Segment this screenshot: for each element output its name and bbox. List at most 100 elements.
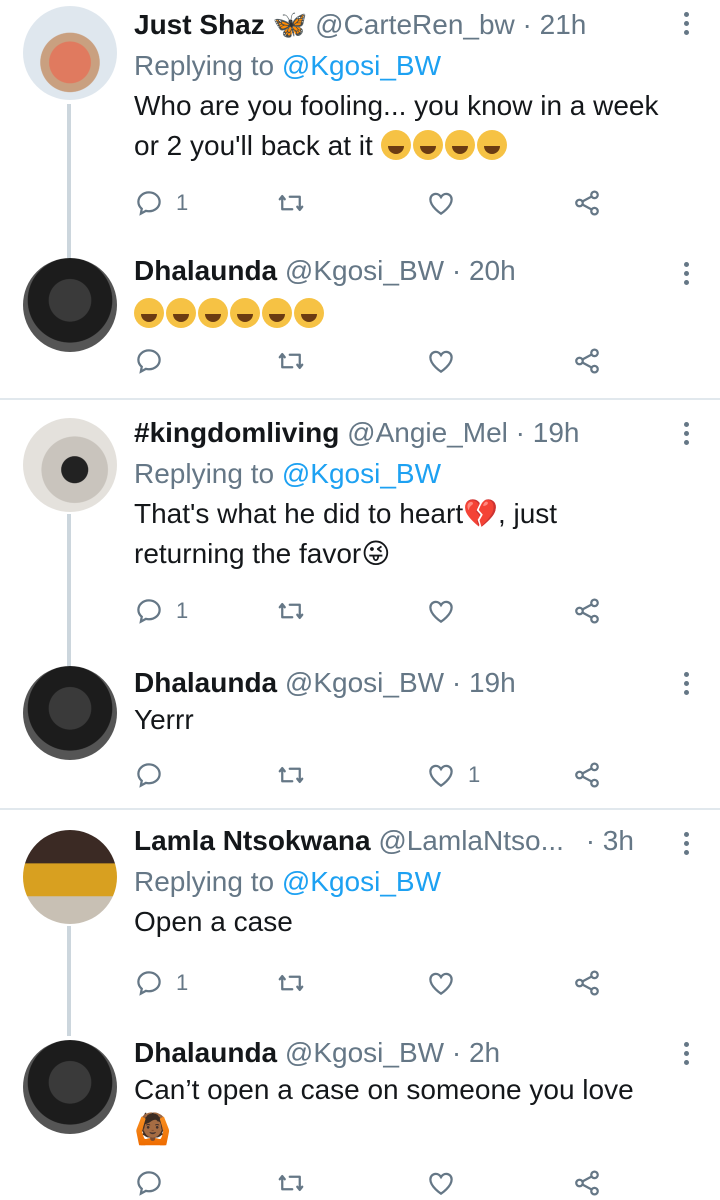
more-icon[interactable] [682,832,692,859]
grin-sweat-emoji-icon [476,130,507,160]
reply-button[interactable]: 1 [134,966,188,1000]
retweet-icon [276,596,306,626]
like-button[interactable] [426,1166,456,1200]
handle[interactable]: @Kgosi_BW [285,1037,444,1068]
retweet-icon [276,968,306,998]
avatar[interactable] [23,418,117,512]
like-button[interactable] [426,966,456,1000]
thread-line [67,926,71,1036]
share-icon [572,968,602,998]
grin-sweat-emoji-icon [444,130,475,160]
tweet-header: #kingdomliving @Angie_Mel · 19h [134,416,680,450]
more-icon[interactable] [682,422,692,449]
grin-sweat-emoji-icon [294,298,324,328]
reply-icon [134,760,164,790]
reply-button[interactable] [134,1166,164,1200]
retweet-icon [276,760,306,790]
avatar[interactable] [23,830,117,924]
reply-icon [134,968,164,998]
heart-icon [426,968,456,998]
display-name[interactable]: Dhalaunda [134,667,277,698]
tweet-text [134,294,680,334]
heart-icon [426,760,456,790]
display-name[interactable]: Just Shaz 🦋 [134,9,307,40]
tweet[interactable]: Dhalaunda @Kgosi_BW · 2h Can’t open a ca… [0,1036,720,1194]
retweet-button[interactable] [276,186,306,220]
display-name[interactable]: #kingdomliving [134,417,339,448]
reply-button[interactable] [134,344,164,378]
like-count: 1 [468,762,481,787]
tweet[interactable]: #kingdomliving @Angie_Mel · 19h Replying… [0,400,720,666]
share-button[interactable] [572,344,602,378]
share-button[interactable] [572,966,602,1000]
tweet-header: Dhalaunda @Kgosi_BW · 2h [134,1036,680,1070]
retweet-icon [276,346,306,376]
more-icon[interactable] [682,1042,692,1069]
reply-button[interactable] [134,758,164,792]
tweet-text: Open a case [134,906,293,937]
heart-icon [426,188,456,218]
share-button[interactable] [572,1166,602,1200]
retweet-button[interactable] [276,1166,306,1200]
more-icon[interactable] [682,262,692,289]
heart-icon [426,596,456,626]
display-name[interactable]: Dhalaunda [134,255,277,286]
like-button[interactable] [426,594,456,628]
avatar[interactable] [23,666,117,760]
tweet[interactable]: Dhalaunda @Kgosi_BW · 20h [0,255,720,398]
avatar[interactable] [23,6,117,100]
rofl-emoji-icon [412,130,443,160]
share-icon [572,596,602,626]
like-button[interactable] [426,344,456,378]
replying-to: Replying to @Kgosi_BW [134,50,442,81]
timestamp[interactable]: · 3h [586,825,634,856]
tweet-header: Dhalaunda @Kgosi_BW · 20h [134,254,680,288]
handle[interactable]: @LamlaNtso... [378,825,564,856]
share-button[interactable] [572,594,602,628]
grin-sweat-emoji-icon [230,298,260,328]
tweet-text: Yerrr [134,704,194,735]
tweet-text: That's what he did to heart💔, just retur… [134,498,558,569]
avatar[interactable] [23,1040,117,1134]
timestamp[interactable]: · 19h [452,667,516,698]
display-name[interactable]: Lamla Ntsokwana [134,825,371,856]
retweet-button[interactable] [276,344,306,378]
tweet[interactable]: Just Shaz 🦋 @CarteRen_bw · 21h Replying … [0,0,720,258]
tweet[interactable]: Lamla Ntsokwana @LamlaNtso... · 3h Reply… [0,810,720,1036]
retweet-button[interactable] [276,966,306,1000]
tweet-header: Lamla Ntsokwana @LamlaNtso... · 3h [134,824,680,858]
reply-button[interactable]: 1 [134,186,188,220]
tweet-text: Who are you fooling... you know in a wee… [134,90,659,161]
handle[interactable]: @CarteRen_bw [315,9,515,40]
retweet-button[interactable] [276,594,306,628]
reply-icon [134,188,164,218]
timestamp[interactable]: · 19h [516,417,580,448]
timestamp[interactable]: · 2h [452,1037,500,1068]
tweet[interactable]: Dhalaunda @Kgosi_BW · 19h Yerrr 1 [0,666,720,808]
grin-sweat-emoji-icon [166,298,196,328]
share-button[interactable] [572,186,602,220]
reply-icon [134,346,164,376]
thread-line [67,104,71,258]
avatar[interactable] [23,258,117,352]
like-button[interactable] [426,186,456,220]
handle[interactable]: @Angie_Mel [347,417,508,448]
display-name[interactable]: Dhalaunda [134,1037,277,1068]
timestamp[interactable]: · 20h [452,255,516,286]
handle[interactable]: @Kgosi_BW [285,667,444,698]
share-icon [572,188,602,218]
reply-button[interactable]: 1 [134,594,188,628]
more-icon[interactable] [682,672,692,699]
mention-link[interactable]: @Kgosi_BW [282,50,441,81]
mention-link[interactable]: @Kgosi_BW [282,458,441,489]
rofl-emoji-icon [380,130,411,160]
more-icon[interactable] [682,12,692,39]
timestamp[interactable]: · 21h [523,9,587,40]
tweet-text: Can’t open a case on someone you love 🙆🏾 [134,1070,680,1150]
handle[interactable]: @Kgosi_BW [285,255,444,286]
retweet-button[interactable] [276,758,306,792]
mention-link[interactable]: @Kgosi_BW [282,866,441,897]
replying-to: Replying to @Kgosi_BW [134,866,442,897]
share-button[interactable] [572,758,602,792]
like-button[interactable]: 1 [426,758,480,792]
